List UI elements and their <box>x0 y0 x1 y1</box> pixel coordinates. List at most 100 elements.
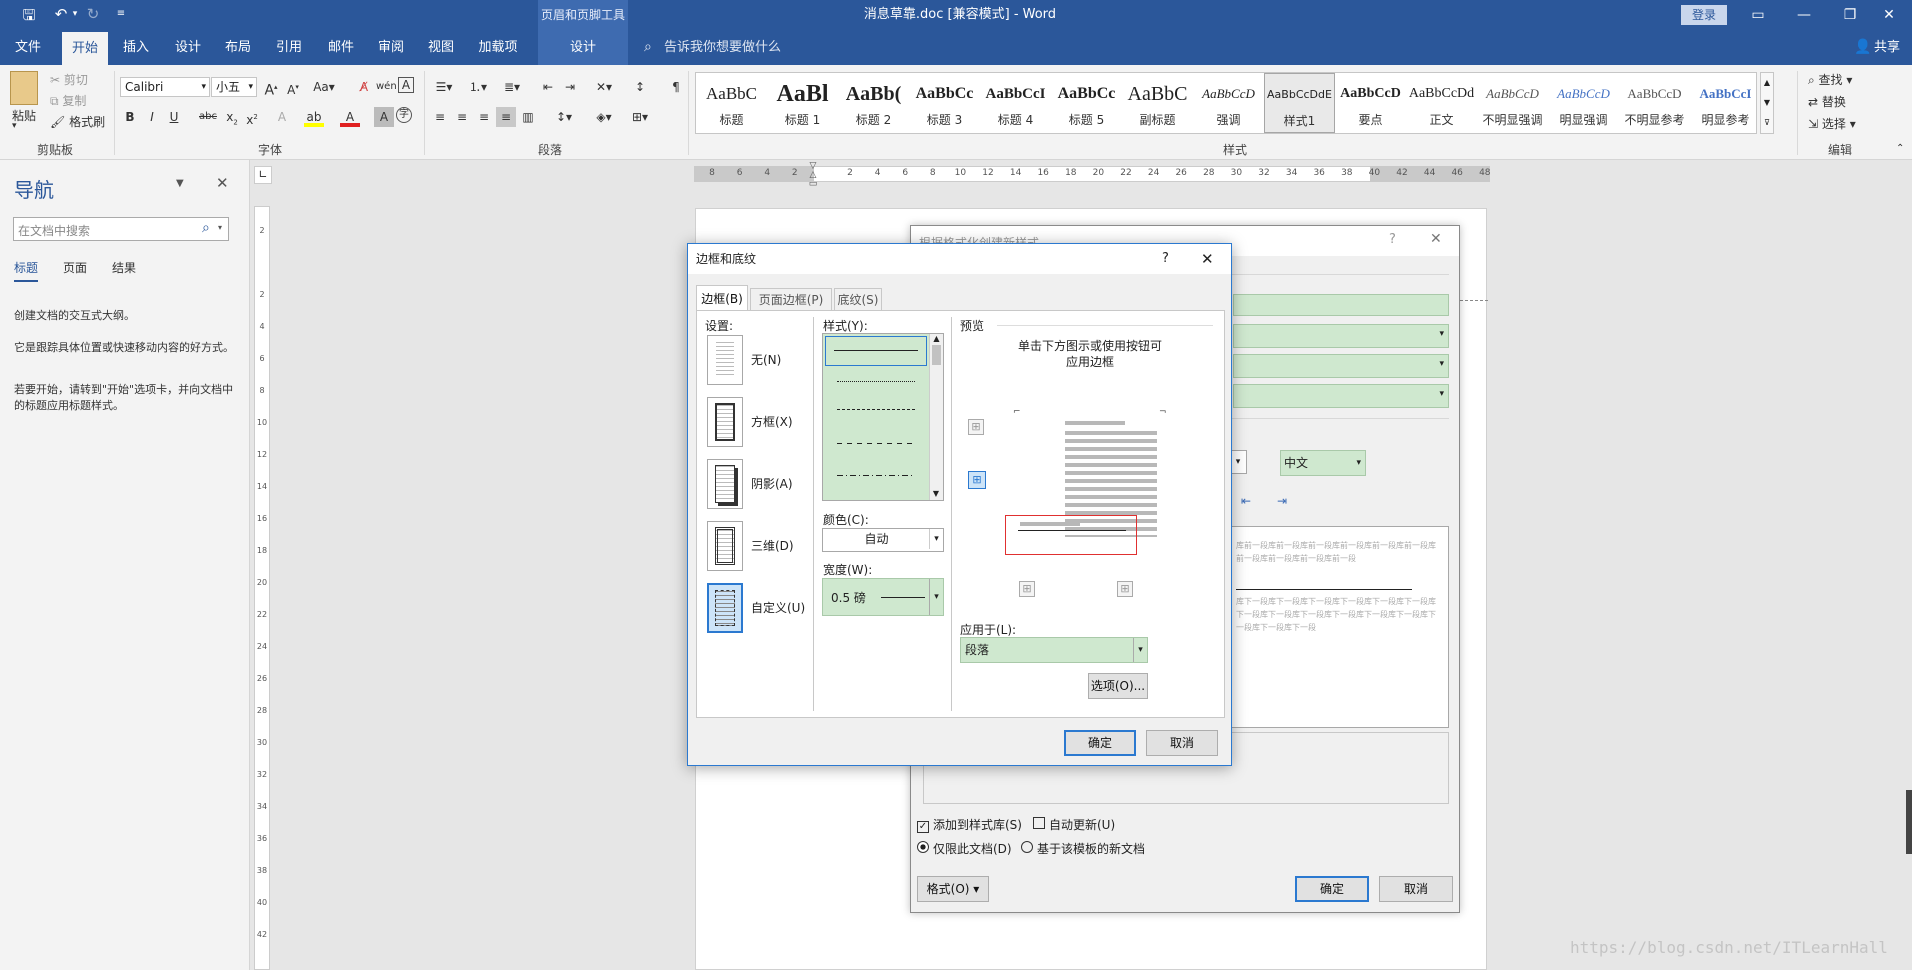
ribbon-display-icon[interactable]: ▭ <box>1735 0 1781 30</box>
right-border-button[interactable]: ⊞ <box>1117 581 1133 597</box>
align-left-icon[interactable]: ≡ <box>430 107 450 127</box>
style-heading-4[interactable]: AaBbCcI 标题 4 <box>980 73 1051 133</box>
color-select[interactable]: 自动 ▾ <box>822 528 944 552</box>
setting-3d-icon[interactable] <box>707 521 743 571</box>
setting-custom-label[interactable]: 自定义(U) <box>751 599 805 616</box>
login-button[interactable]: 登录 <box>1681 5 1727 25</box>
replace-button[interactable]: ⇄ 替换 <box>1808 93 1846 110</box>
top-border-button[interactable]: ⊞ <box>968 419 984 435</box>
tab-selector[interactable]: ∟ <box>254 166 272 184</box>
highlight-icon[interactable]: ab <box>304 107 324 127</box>
justify-icon[interactable]: ≡ <box>496 107 516 127</box>
language-select[interactable]: 中文 ▾ <box>1280 450 1366 476</box>
style-normal[interactable]: AaBbCcDd 正文 <box>1406 73 1477 133</box>
apply-to-select[interactable]: 段落 ▾ <box>960 637 1148 663</box>
superscript-icon[interactable]: x2 <box>242 107 262 127</box>
italic-icon[interactable]: I <box>142 107 162 127</box>
tab-addins[interactable]: 加载项 <box>467 30 529 65</box>
redo-icon[interactable]: ↻ <box>82 5 104 23</box>
nav-tab-headings[interactable]: 标题 <box>14 259 39 282</box>
line-style-dash-dot[interactable] <box>825 464 927 488</box>
only-this-doc-radio[interactable]: 仅限此文档(D) <box>917 840 1012 857</box>
line-spacing-icon[interactable]: ↕▾ <box>550 107 578 127</box>
tab-file[interactable]: 文件 <box>0 30 56 65</box>
indent-marker[interactable]: ▽ △ ▭ <box>808 162 818 189</box>
style-following-select[interactable]: ▾ <box>1233 384 1449 408</box>
line-style-dash-small[interactable] <box>825 398 927 422</box>
clear-format-icon[interactable]: A̸ <box>354 77 374 97</box>
minimize-icon[interactable]: — <box>1781 0 1827 30</box>
setting-custom-icon[interactable] <box>707 583 743 633</box>
select-button[interactable]: ⇲ 选择 ▾ <box>1808 115 1856 132</box>
chinese-layout-icon[interactable]: ✕▾ <box>590 77 618 97</box>
style-heading-1[interactable]: AaBl 标题 1 <box>767 73 838 133</box>
style-subtle-emphasis[interactable]: AaBbCcD 不明显强调 <box>1477 73 1548 133</box>
setting-box-label[interactable]: 方框(X) <box>751 413 793 430</box>
style-style1[interactable]: AaBbCcDdE 样式1 <box>1264 73 1335 133</box>
dialog-tab-page-border[interactable]: 页面边框(P) <box>750 288 832 310</box>
create-style-help-icon[interactable]: ? <box>1389 232 1396 247</box>
share-button[interactable]: 👤 共享 <box>1854 30 1900 65</box>
tab-layout[interactable]: 布局 <box>214 30 262 65</box>
options-button[interactable]: 选项(O)... <box>1088 673 1148 699</box>
style-subtitle[interactable]: AaBbC 副标题 <box>1122 73 1193 133</box>
line-style-solid[interactable] <box>825 336 927 366</box>
nav-tab-results[interactable]: 结果 <box>112 259 136 276</box>
tell-me-box[interactable]: ⌕ 告诉我你想要做什么 <box>640 30 781 65</box>
line-style-scrollbar[interactable]: ▲ ▼ <box>929 334 943 500</box>
style-intense-emphasis[interactable]: AaBbCcD 明显强调 <box>1548 73 1619 133</box>
scrollbar-thumb[interactable] <box>1906 790 1912 854</box>
tab-header-footer-design[interactable]: 设计 <box>538 30 628 65</box>
save-icon[interactable]: 🖫 <box>18 5 40 30</box>
shading-icon[interactable]: ◈▾ <box>590 107 618 127</box>
numbering-icon[interactable]: ⒈▾ <box>464 77 492 97</box>
style-type-select[interactable]: ▾ <box>1233 324 1449 348</box>
dialog-ok-button[interactable]: 确定 <box>1064 730 1136 756</box>
find-button[interactable]: ⌕ 查找 ▾ <box>1808 71 1852 88</box>
font-color-icon[interactable]: A <box>340 107 360 127</box>
text-effects-icon[interactable]: A <box>272 107 292 127</box>
create-style-cancel-button[interactable]: 取消 <box>1379 876 1453 902</box>
enclose-char-icon[interactable]: 字 <box>396 107 412 123</box>
setting-none-label[interactable]: 无(N) <box>751 351 781 368</box>
style-name-field[interactable] <box>1233 294 1449 316</box>
borders-icon[interactable]: ⊞▾ <box>626 107 654 127</box>
setting-none-icon[interactable] <box>707 335 743 385</box>
tab-mailings[interactable]: 邮件 <box>316 30 366 65</box>
show-marks-icon[interactable]: ¶ <box>666 77 686 97</box>
customize-qat-icon[interactable]: ≡ <box>110 8 132 19</box>
bold-icon[interactable]: B <box>120 107 140 127</box>
tab-insert[interactable]: 插入 <box>112 30 160 65</box>
close-window-icon[interactable]: ✕ <box>1866 0 1912 30</box>
tab-references[interactable]: 引用 <box>264 30 314 65</box>
line-style-dash-large[interactable] <box>825 432 927 456</box>
multilevel-list-icon[interactable]: ≣▾ <box>498 77 526 97</box>
char-border-icon[interactable]: A <box>398 77 414 93</box>
align-right-icon[interactable]: ≡ <box>474 107 494 127</box>
style-subtle-reference[interactable]: AaBbCcD 不明显参考 <box>1619 73 1690 133</box>
width-select[interactable]: 0.5 磅 ▾ <box>822 578 944 616</box>
decrease-indent-dlg-icon[interactable]: ⇤ <box>1241 494 1251 508</box>
add-to-gallery-checkbox[interactable]: ✓ 添加到样式库(S) <box>917 816 1022 833</box>
style-title[interactable]: AaBbC 标题 <box>696 73 767 133</box>
setting-box-icon[interactable] <box>707 397 743 447</box>
nav-search-box[interactable]: 在文档中搜索 ⌕ ▾ <box>13 217 229 241</box>
dialog-cancel-button[interactable]: 取消 <box>1146 730 1218 756</box>
font-name-combobox[interactable]: Calibri ▾ <box>120 77 210 97</box>
create-style-close-icon[interactable]: ✕ <box>1430 231 1442 247</box>
format-menu-button[interactable]: 格式(O) ▾ <box>917 876 989 902</box>
line-style-dotted[interactable] <box>825 370 927 394</box>
preview-bottom-border-highlight[interactable] <box>1005 515 1137 555</box>
strikethrough-icon[interactable]: abc <box>198 107 218 127</box>
nav-close-icon[interactable]: ✕ <box>216 174 229 192</box>
search-dropdown-icon[interactable]: ▾ <box>218 223 222 232</box>
style-based-on-select[interactable]: ▾ <box>1233 354 1449 378</box>
new-docs-radio[interactable]: 基于该模板的新文档 <box>1021 840 1145 857</box>
setting-shadow-icon[interactable] <box>707 459 743 509</box>
left-border-button[interactable]: ⊞ <box>1019 581 1035 597</box>
style-heading-2[interactable]: AaBb(标题 2 <box>838 73 909 133</box>
phonetic-guide-icon[interactable]: wén <box>376 77 397 97</box>
grow-font-icon[interactable]: A▴ <box>261 77 281 99</box>
dialog-close-icon[interactable]: ✕ <box>1201 244 1214 274</box>
setting-shadow-label[interactable]: 阴影(A) <box>751 475 793 492</box>
